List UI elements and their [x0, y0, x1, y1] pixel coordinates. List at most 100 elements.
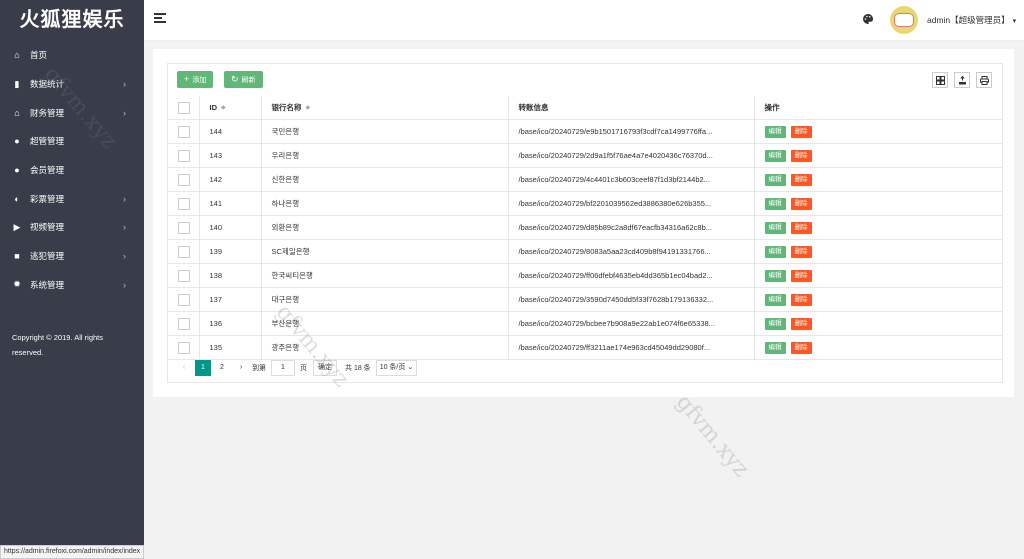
row-checkbox[interactable] [178, 173, 190, 186]
goto-confirm-button[interactable]: 确定 [313, 360, 337, 376]
edit-button[interactable]: 编辑 [764, 173, 786, 186]
per-page-value: 10 条/页 [379, 364, 406, 371]
delete-button[interactable]: 删除 [790, 197, 812, 210]
id-cell: 139 [198, 239, 261, 264]
delete-button[interactable]: 删除 [790, 341, 812, 354]
menu-toggle-icon[interactable] [154, 13, 166, 23]
delete-button[interactable]: 删除 [790, 269, 812, 282]
chevron-right-icon: › [123, 279, 126, 290]
avatar-image [894, 13, 914, 27]
delete-button[interactable]: 删除 [790, 317, 812, 330]
sidebar-item-label: 彩票管理 [30, 193, 65, 204]
sidebar-item-statistics[interactable]: ▮ 数据统计 › [0, 70, 144, 99]
row-checkbox[interactable] [178, 221, 190, 234]
ops-cell: 编辑 删除 [753, 335, 1002, 360]
edit-button[interactable]: 编辑 [764, 317, 786, 330]
edit-button[interactable]: 编辑 [764, 149, 786, 162]
column-header-id[interactable]: ID ◆ [198, 96, 261, 120]
per-page-select[interactable]: 10 条/页 ⌄ [375, 360, 418, 376]
refresh-button[interactable]: ↻ 刷新 [224, 71, 263, 88]
table-header-row: ID ◆ 银行名称 ◆ 转账信息 操作 [168, 96, 1002, 120]
select-cell [168, 287, 199, 312]
transfer-info-cell: /base/ico/20240729/ff3211ae174e963cd4504… [507, 335, 754, 360]
table-row: 140 외환은행/base/ico/20240729/d85b89c2a8df67… [168, 215, 1002, 240]
bank-name-cell: 신한은행 [260, 167, 508, 192]
ops-cell: 编辑 删除 [753, 287, 1002, 312]
edit-button[interactable]: 编辑 [764, 125, 786, 138]
sort-icon[interactable]: ◆ [221, 105, 226, 111]
select-all-checkbox[interactable] [178, 101, 190, 114]
palette-icon[interactable] [862, 13, 874, 25]
column-header-bank[interactable]: 银行名称 ◆ [260, 96, 508, 120]
delete-button[interactable]: 删除 [790, 149, 812, 162]
edit-button[interactable]: 编辑 [764, 341, 786, 354]
video-icon: ▶ [13, 221, 21, 232]
table-body: 144 국민은행/base/ico/20240729/e9b1501716793f… [168, 119, 1002, 360]
plus-icon: + [184, 74, 190, 84]
chevron-down-icon: ⌄ [407, 364, 414, 371]
next-page-button[interactable]: › [233, 360, 249, 376]
delete-button[interactable]: 删除 [790, 221, 812, 234]
page-1-button[interactable]: 1 [195, 360, 211, 376]
bank-name-cell: 우리은행 [260, 143, 508, 168]
delete-button[interactable]: 删除 [790, 125, 812, 138]
gear-icon: ✹ [13, 279, 21, 290]
delete-button[interactable]: 删除 [790, 173, 812, 186]
bank-name-cell: 부산은행 [260, 311, 508, 336]
row-checkbox[interactable] [178, 293, 190, 306]
delete-button[interactable]: 删除 [790, 245, 812, 258]
chevron-right-icon: › [123, 193, 126, 204]
main-panel: + 添加 ↻ 刷新 ID ◆ 银行名称 ◆ 转账信息 操作 144 국민은행 /… [153, 49, 1014, 397]
refresh-button-label: 刷新 [241, 76, 256, 84]
copyright-text: Copyright © 2019. All rights reserved. [12, 333, 103, 357]
row-checkbox[interactable] [178, 269, 190, 282]
edit-button[interactable]: 编辑 [764, 293, 786, 306]
table-row: 135 광주은행/base/ico/20240729/ff3211ae174e96… [168, 335, 1002, 360]
bank-name-cell: 광주은행 [260, 335, 508, 360]
sidebar-item-members[interactable]: ● 会员管理 [0, 156, 144, 185]
edit-button[interactable]: 编辑 [764, 245, 786, 258]
delete-button[interactable]: 删除 [790, 293, 812, 306]
goto-page-input[interactable]: 1 [271, 360, 295, 376]
edit-button[interactable]: 编辑 [764, 197, 786, 210]
bar-chart-icon: ▮ [14, 78, 20, 89]
row-checkbox[interactable] [178, 149, 190, 162]
export-icon[interactable] [954, 72, 970, 88]
select-cell [168, 143, 199, 168]
row-checkbox[interactable] [178, 197, 190, 210]
sidebar-item-video[interactable]: ▶ 视频管理 › [0, 213, 144, 242]
columns-filter-icon[interactable] [932, 72, 948, 88]
brand-logo[interactable]: 火狐狸娱乐 [0, 0, 144, 40]
ops-cell: 编辑 删除 [753, 143, 1002, 168]
bank-table: ID ◆ 银行名称 ◆ 转账信息 操作 144 국민은행/base/ico/20240… [168, 96, 1002, 360]
sidebar-item-lottery[interactable]: ◐ 彩票管理 › [0, 184, 144, 213]
print-icon[interactable] [976, 72, 992, 88]
sidebar-item-fugitive[interactable]: ■ 逃犯管理 › [0, 242, 144, 271]
transfer-info-cell: /base/ico/20240729/8083a5aa23cd409b8f941… [507, 239, 754, 264]
transfer-info-cell: /base/ico/20240729/d85b89c2a8df67eacfb34… [507, 215, 754, 240]
sidebar-item-label: 会员管理 [30, 165, 65, 176]
sidebar-item-home[interactable]: ⌂ 首页 [0, 41, 144, 70]
prev-page-button[interactable]: ‹ [176, 360, 192, 376]
sidebar-item-system[interactable]: ✹ 系统管理 › [0, 271, 144, 300]
row-checkbox[interactable] [178, 341, 190, 354]
user-menu[interactable]: admin【超级管理员】 ▾ [927, 14, 1016, 26]
column-header-label: ID [209, 103, 218, 112]
sidebar-item-admin[interactable]: ● 超管管理 [0, 127, 144, 156]
avatar[interactable] [890, 6, 918, 34]
edit-button[interactable]: 编辑 [764, 269, 786, 282]
gamepad-icon: ◐ [14, 193, 20, 204]
page-2-button[interactable]: 2 [214, 360, 230, 376]
page-unit-label: 页 [300, 365, 307, 372]
row-checkbox[interactable] [178, 245, 190, 258]
edit-button[interactable]: 编辑 [764, 221, 786, 234]
sidebar-item-label: 逃犯管理 [30, 251, 65, 262]
add-button[interactable]: + 添加 [177, 71, 214, 88]
id-cell: 142 [198, 167, 261, 192]
sort-icon[interactable]: ◆ [306, 105, 311, 111]
bank-name-cell: 외환은행 [260, 215, 508, 240]
sidebar-item-finance[interactable]: ⌂ 财务管理 › [0, 98, 144, 127]
column-header-info: 转账信息 [507, 96, 754, 120]
row-checkbox[interactable] [178, 125, 190, 138]
row-checkbox[interactable] [178, 317, 190, 330]
